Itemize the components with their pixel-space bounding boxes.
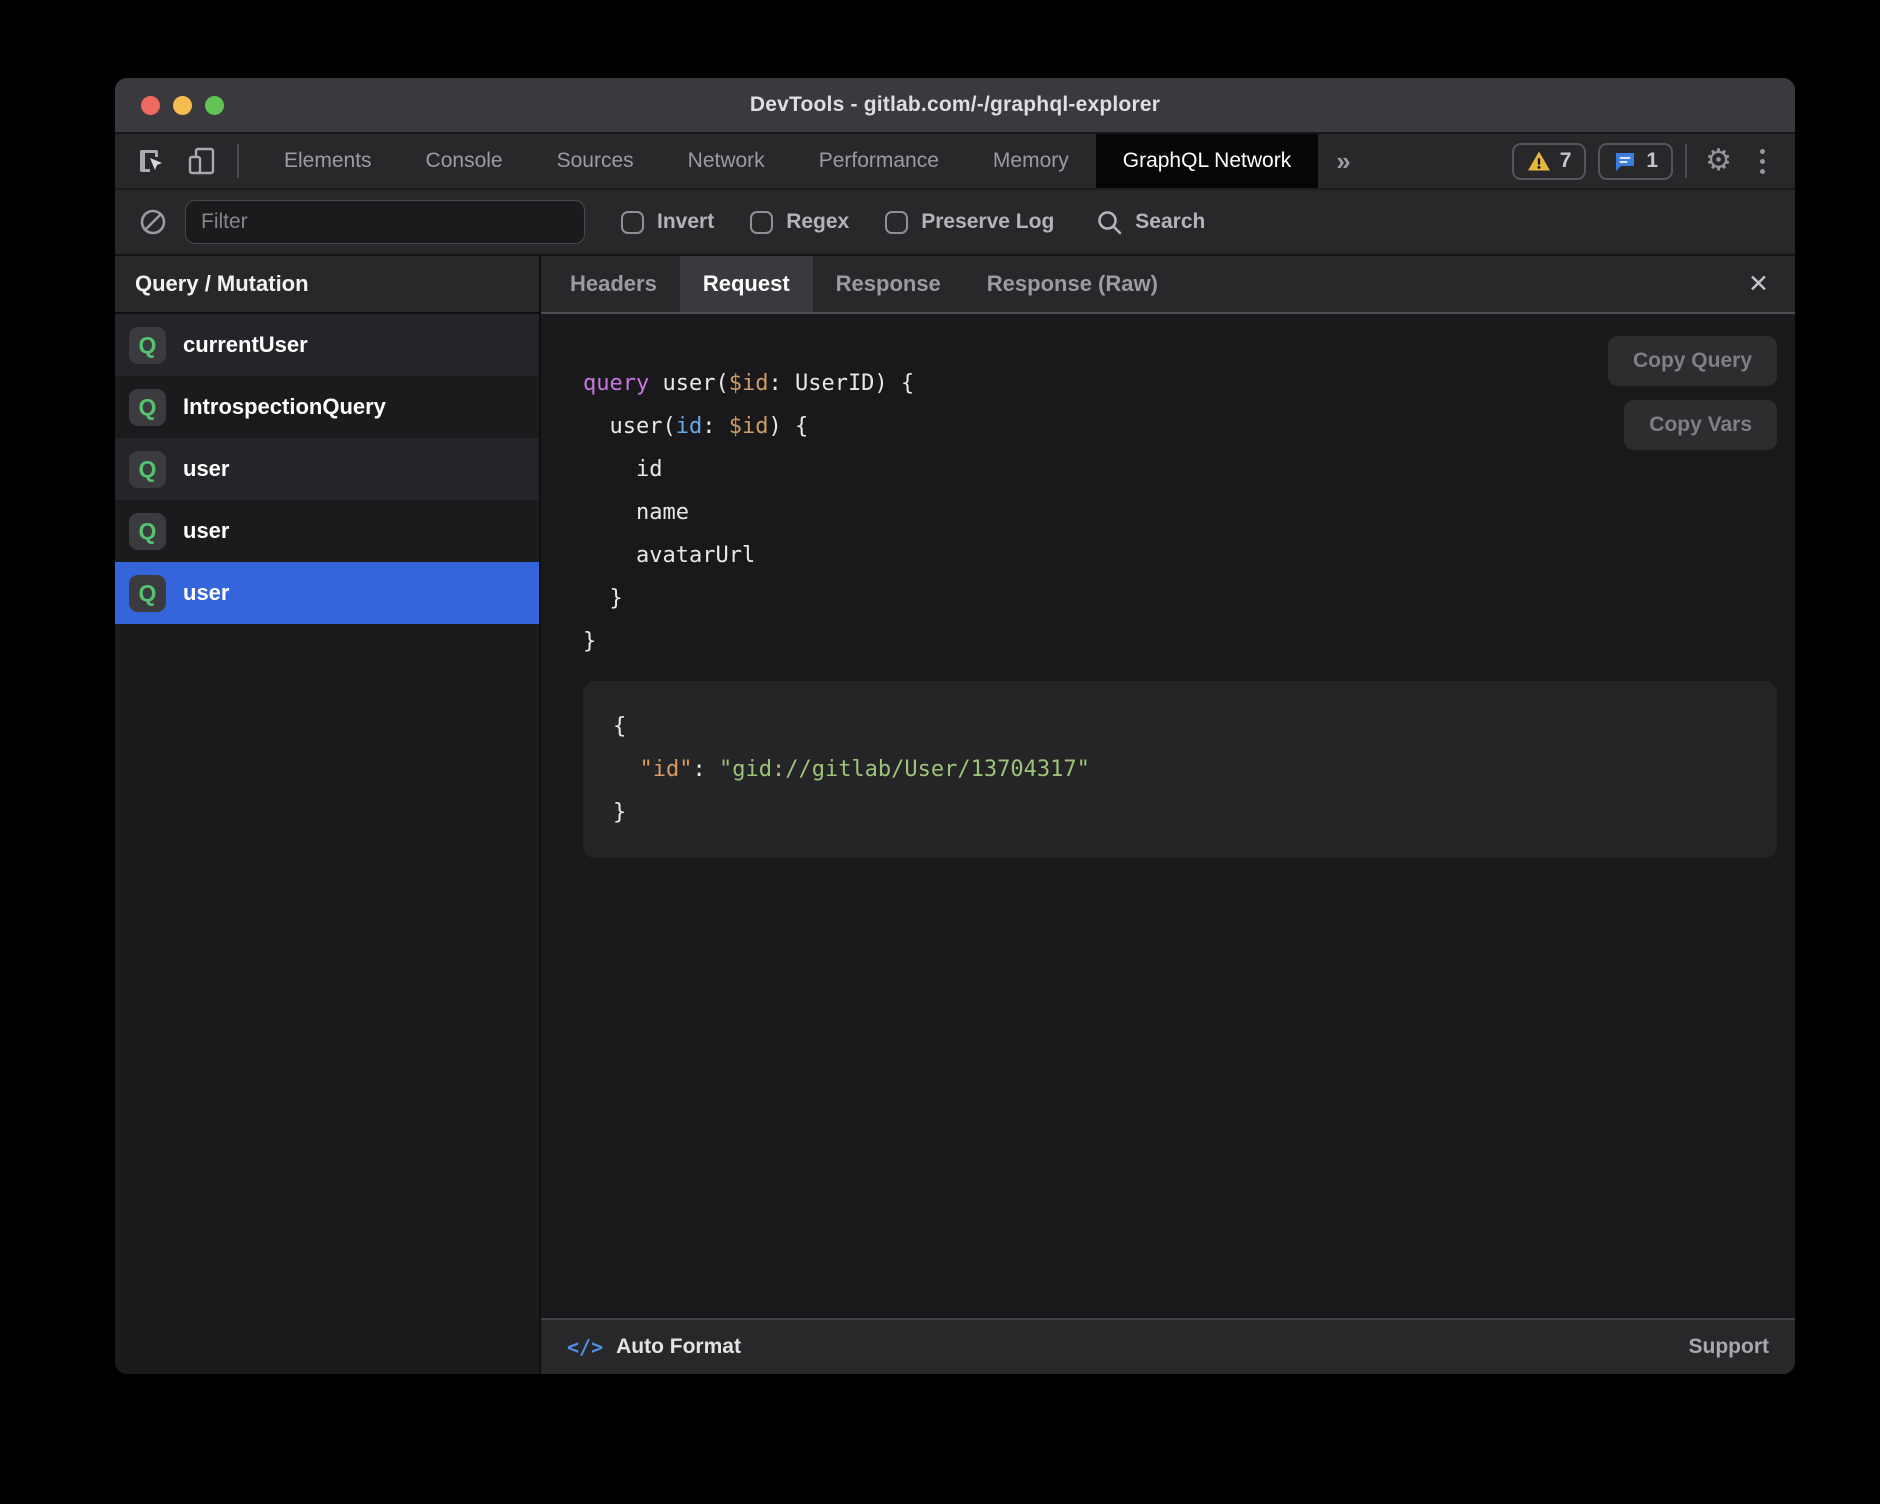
filter-input[interactable] [185,200,585,244]
list-item-label: IntrospectionQuery [183,394,386,420]
copy-vars-button[interactable]: Copy Vars [1624,400,1777,450]
regex-checkbox[interactable] [750,211,773,234]
list-item[interactable]: Quser [115,500,539,562]
zoom-window-button[interactable] [205,96,224,115]
preserve-log-checkbox[interactable] [885,211,908,234]
panel-footer: </> Auto Format Support [541,1318,1795,1374]
query-type-badge: Q [129,389,166,426]
more-options-icon[interactable] [1750,149,1775,174]
issues-count: 1 [1646,149,1658,173]
auto-format-icon: </> [567,1335,603,1359]
regex-checkbox-group: Regex [750,210,849,234]
tab-headers[interactable]: Headers [547,256,680,312]
list-item[interactable]: QcurrentUser [115,314,539,376]
query-type-badge: Q [129,451,166,488]
list-item-label: currentUser [183,332,308,358]
search-icon [1096,209,1123,236]
tab-response-raw-[interactable]: Response (Raw) [964,256,1181,312]
code-line: { [613,705,1747,748]
invert-checkbox[interactable] [621,211,644,234]
copy-query-button[interactable]: Copy Query [1608,336,1777,386]
devtools-tabs: ElementsConsoleSourcesNetworkPerformance… [257,134,1318,188]
query-sidebar: Query / Mutation QcurrentUserQIntrospect… [115,256,541,1374]
auto-format-button[interactable]: Auto Format [616,1335,741,1359]
invert-label: Invert [657,210,714,234]
more-tabs-icon[interactable]: » [1318,134,1368,188]
code-line: } [583,577,1777,620]
list-item-label: user [183,456,229,482]
device-toolbar-icon[interactable] [187,146,217,176]
title-bar: DevTools - gitlab.com/-/graphql-explorer [115,78,1795,134]
copy-buttons: Copy Query Copy Vars [1608,336,1777,450]
search-label: Search [1135,210,1205,234]
regex-label: Regex [786,210,849,234]
code-line: "id": "gid://gitlab/User/13704317" [613,748,1747,791]
panel-tabs: HeadersRequestResponseResponse (Raw) ✕ [541,256,1795,314]
variables-code: { "id": "gid://gitlab/User/13704317"} [613,705,1747,834]
close-window-button[interactable] [141,96,160,115]
settings-gear-icon[interactable]: ⚙ [1699,146,1738,176]
tabbar-right-controls: 7 1 ⚙ [1512,134,1795,188]
inspect-element-icon[interactable] [137,146,167,176]
code-line: } [583,620,1777,663]
code-line: id [583,448,1777,491]
tab-response[interactable]: Response [813,256,964,312]
query-type-badge: Q [129,575,166,612]
warning-icon [1527,150,1551,172]
invert-checkbox-group: Invert [621,210,714,234]
list-item-label: user [183,518,229,544]
devtools-tab-network[interactable]: Network [661,134,792,188]
support-link[interactable]: Support [1689,1335,1769,1359]
request-panel: HeadersRequestResponseResponse (Raw) ✕ Co… [541,256,1795,1374]
window-title: DevTools - gitlab.com/-/graphql-explorer [750,93,1160,117]
code-line: } [613,791,1747,834]
list-item[interactable]: Q IntrospectionQuery [115,376,539,438]
code-line: avatarUrl [583,534,1777,577]
code-line: query user($id: UserID) { [583,362,1777,405]
sidebar-header: Query / Mutation [115,256,539,314]
message-icon [1613,149,1637,173]
query-type-badge: Q [129,513,166,550]
code-line: user(id: $id) { [583,405,1777,448]
warnings-badge[interactable]: 7 [1512,143,1587,180]
toolbar-divider [237,144,239,178]
variables-box: { "id": "gid://gitlab/User/13704317"} [583,681,1777,858]
close-panel-icon[interactable]: ✕ [1722,256,1795,312]
tool-icons [115,134,257,188]
request-content: Copy Query Copy Vars query user($id: Use… [541,314,1795,1318]
search-control[interactable]: Search [1096,209,1205,236]
query-list: QcurrentUserQIntrospectionQueryQuserQuse… [115,314,539,1374]
devtools-tab-performance[interactable]: Performance [792,134,966,188]
preserve-log-checkbox-group: Preserve Log [885,210,1054,234]
devtools-window: DevTools - gitlab.com/-/graphql-explorer… [115,78,1795,1374]
devtools-tab-graphql-network[interactable]: GraphQL Network [1096,134,1318,188]
list-item[interactable]: Quser [115,438,539,500]
warnings-count: 7 [1560,149,1572,173]
devtools-tab-console[interactable]: Console [399,134,530,188]
minimize-window-button[interactable] [173,96,192,115]
preserve-log-label: Preserve Log [921,210,1054,234]
query-type-badge: Q [129,327,166,364]
clear-filter-icon[interactable] [139,208,167,236]
devtools-tab-elements[interactable]: Elements [257,134,399,188]
main-area: Query / Mutation QcurrentUserQIntrospect… [115,256,1795,1374]
controls-divider [1685,144,1687,178]
tab-request[interactable]: Request [680,256,813,312]
query-code: query user($id: UserID) { user(id: $id) … [583,362,1777,663]
filter-bar: Invert Regex Preserve Log Search [115,190,1795,256]
devtools-tab-bar: ElementsConsoleSourcesNetworkPerformance… [115,134,1795,190]
list-item-label: user [183,580,229,606]
list-item[interactable]: Quser [115,562,539,624]
devtools-tab-memory[interactable]: Memory [966,134,1096,188]
issues-badge[interactable]: 1 [1598,143,1673,180]
code-line: name [583,491,1777,534]
traffic-lights [141,78,224,132]
devtools-tab-sources[interactable]: Sources [530,134,661,188]
